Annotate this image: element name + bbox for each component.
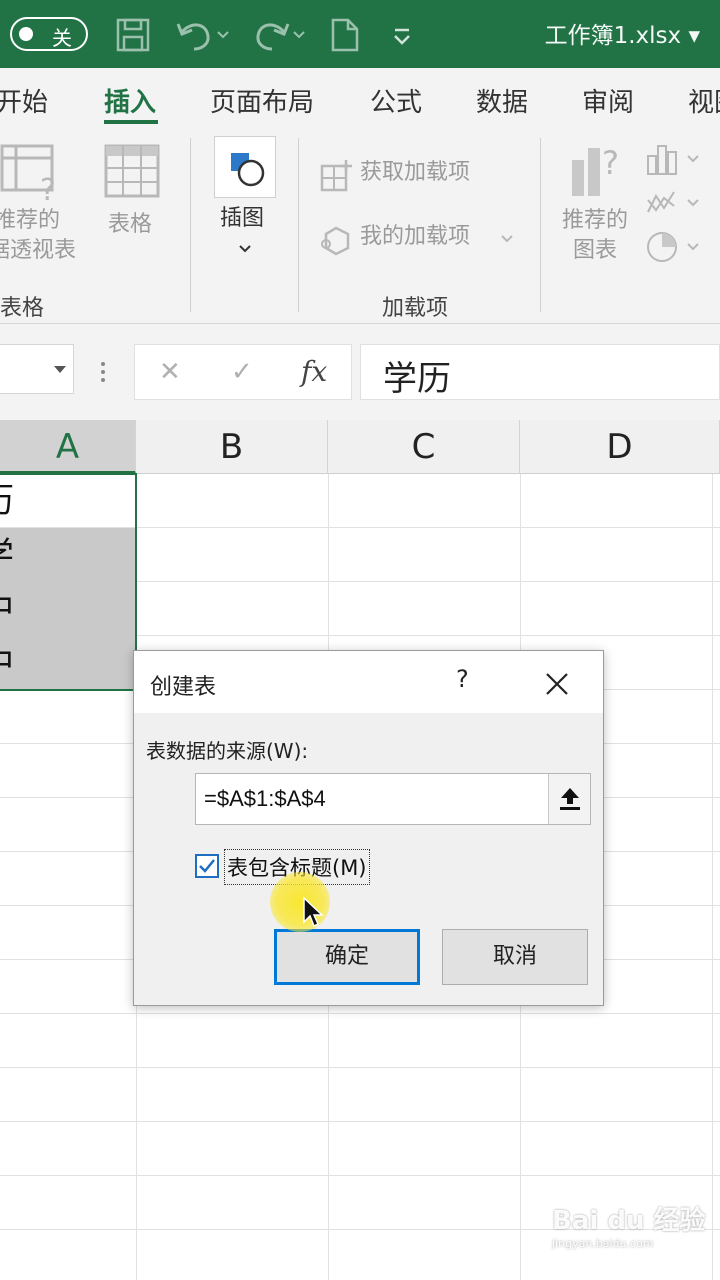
new-file-icon[interactable] bbox=[330, 18, 360, 52]
upload-arrow-icon bbox=[560, 788, 580, 810]
recommended-pivot-button[interactable]: ? 推荐的 据透视表 bbox=[0, 128, 92, 278]
ribbon-insert: ? 推荐的 据透视表 表格 表格 插图 bbox=[0, 128, 720, 324]
illustrations-button[interactable]: 插图 bbox=[212, 136, 278, 266]
tab-data[interactable]: 数据 bbox=[476, 82, 528, 119]
pie-chart-button[interactable] bbox=[646, 230, 706, 266]
ok-button[interactable]: 确定 bbox=[274, 929, 420, 985]
drag-handle-icon[interactable] bbox=[98, 360, 108, 386]
save-icon[interactable] bbox=[116, 18, 152, 52]
get-addins-button[interactable]: 获取加载项 bbox=[320, 158, 490, 194]
autosave-state: 关 bbox=[52, 26, 72, 50]
my-addins-label: 我的加载项 bbox=[360, 224, 471, 249]
mouse-pointer-icon bbox=[303, 896, 324, 928]
watermark-url: jingyan.baidu.com bbox=[552, 1237, 654, 1250]
help-button[interactable]: ? bbox=[456, 665, 469, 693]
insert-function-button[interactable]: fx bbox=[301, 355, 327, 388]
ribbon-tabs: 开始 插入 页面布局 公式 数据 审阅 视图 bbox=[0, 68, 720, 128]
toggle-knob bbox=[19, 27, 33, 41]
range-input[interactable]: =$A$1:$A$4 bbox=[195, 773, 591, 825]
baidu-watermark: Bai du 经验 jingyan.baidu.com bbox=[552, 1200, 706, 1250]
source-label: 表数据的来源(W): bbox=[146, 739, 309, 763]
my-addins-button[interactable]: 我的加载项 bbox=[320, 222, 520, 258]
close-icon[interactable] bbox=[540, 667, 574, 701]
cancel-entry-button[interactable]: ✕ bbox=[159, 357, 181, 387]
tab-view[interactable]: 视图 bbox=[688, 82, 720, 119]
table-icon bbox=[104, 144, 160, 198]
title-bar: 关 工作簿1.xlsx ▾ bbox=[0, 0, 720, 68]
selection-range bbox=[0, 473, 137, 691]
name-box[interactable] bbox=[0, 344, 74, 394]
pie-chart-icon bbox=[647, 232, 699, 262]
tab-page-layout[interactable]: 页面布局 bbox=[210, 82, 314, 119]
watermark-brand: Bai du 经验 bbox=[552, 1206, 706, 1236]
illustrations-label: 插图 bbox=[220, 206, 265, 231]
has-headers-checkbox[interactable] bbox=[195, 854, 219, 878]
group-tables-label: 表格 bbox=[0, 296, 45, 321]
checkmark-icon bbox=[199, 859, 215, 873]
pivot-label: 推荐的 据透视表 bbox=[0, 208, 77, 263]
group-separator bbox=[298, 138, 299, 312]
store-addin-icon bbox=[320, 160, 352, 192]
create-table-dialog: 创建表 ? 表数据的来源(W): =$A$1:$A$4 表包含标题(M) 确定 … bbox=[133, 650, 604, 1006]
autosave-toggle[interactable]: 关 bbox=[10, 17, 88, 51]
customize-toolbar-icon[interactable] bbox=[392, 18, 412, 52]
line-chart-icon bbox=[647, 191, 699, 213]
column-header-b[interactable]: B bbox=[136, 420, 328, 474]
dialog-title: 创建表 bbox=[150, 675, 217, 700]
formula-input[interactable]: 学历 bbox=[360, 344, 720, 400]
tab-home[interactable]: 开始 bbox=[0, 82, 48, 119]
svg-text:?: ? bbox=[602, 144, 619, 182]
redo-icon[interactable] bbox=[252, 18, 308, 52]
line-chart-button[interactable] bbox=[646, 186, 706, 222]
chevron-down-icon bbox=[501, 235, 513, 243]
undo-icon[interactable] bbox=[176, 18, 232, 52]
table-label: 表格 bbox=[108, 212, 153, 237]
pivot-table-icon: ? bbox=[0, 144, 56, 202]
group-separator bbox=[190, 138, 191, 312]
my-addins-icon bbox=[321, 226, 350, 256]
svg-text:?: ? bbox=[40, 173, 56, 202]
tab-insert[interactable]: 插入 bbox=[104, 82, 156, 119]
recommended-chart-icon: ? bbox=[572, 144, 619, 196]
table-button[interactable]: 表格 bbox=[100, 128, 166, 278]
column-header-a[interactable]: A bbox=[0, 420, 136, 474]
tab-formulas[interactable]: 公式 bbox=[370, 82, 422, 119]
column-header-c[interactable]: C bbox=[328, 420, 520, 474]
recommended-charts-button[interactable]: ? 推荐的 图表 bbox=[560, 128, 640, 278]
recommended-charts-label: 推荐的 图表 bbox=[562, 208, 629, 263]
tab-review[interactable]: 审阅 bbox=[582, 82, 634, 119]
enter-button[interactable]: ✓ bbox=[231, 357, 253, 387]
column-chart-icon bbox=[647, 145, 699, 175]
formula-bar: ✕ ✓ fx 学历 bbox=[0, 324, 720, 420]
chevron-down-icon bbox=[54, 366, 66, 373]
illustrations-icon bbox=[214, 136, 276, 198]
group-separator bbox=[540, 138, 541, 312]
column-chart-button[interactable] bbox=[646, 142, 706, 178]
formula-buttons: ✕ ✓ fx bbox=[134, 344, 352, 400]
group-addins-label: 加载项 bbox=[382, 296, 449, 321]
formula-content: 学历 bbox=[383, 359, 451, 399]
get-addins-label: 获取加载项 bbox=[360, 160, 471, 185]
document-title[interactable]: 工作簿1.xlsx ▾ bbox=[545, 16, 700, 50]
column-header-d[interactable]: D bbox=[520, 420, 720, 474]
chevron-down-icon bbox=[239, 245, 251, 253]
active-tab-indicator bbox=[104, 120, 158, 124]
cancel-button[interactable]: 取消 bbox=[442, 929, 588, 985]
dialog-header: 创建表 ? bbox=[134, 651, 603, 713]
range-value: =$A$1:$A$4 bbox=[204, 786, 326, 811]
collapse-dialog-button[interactable] bbox=[548, 774, 590, 824]
